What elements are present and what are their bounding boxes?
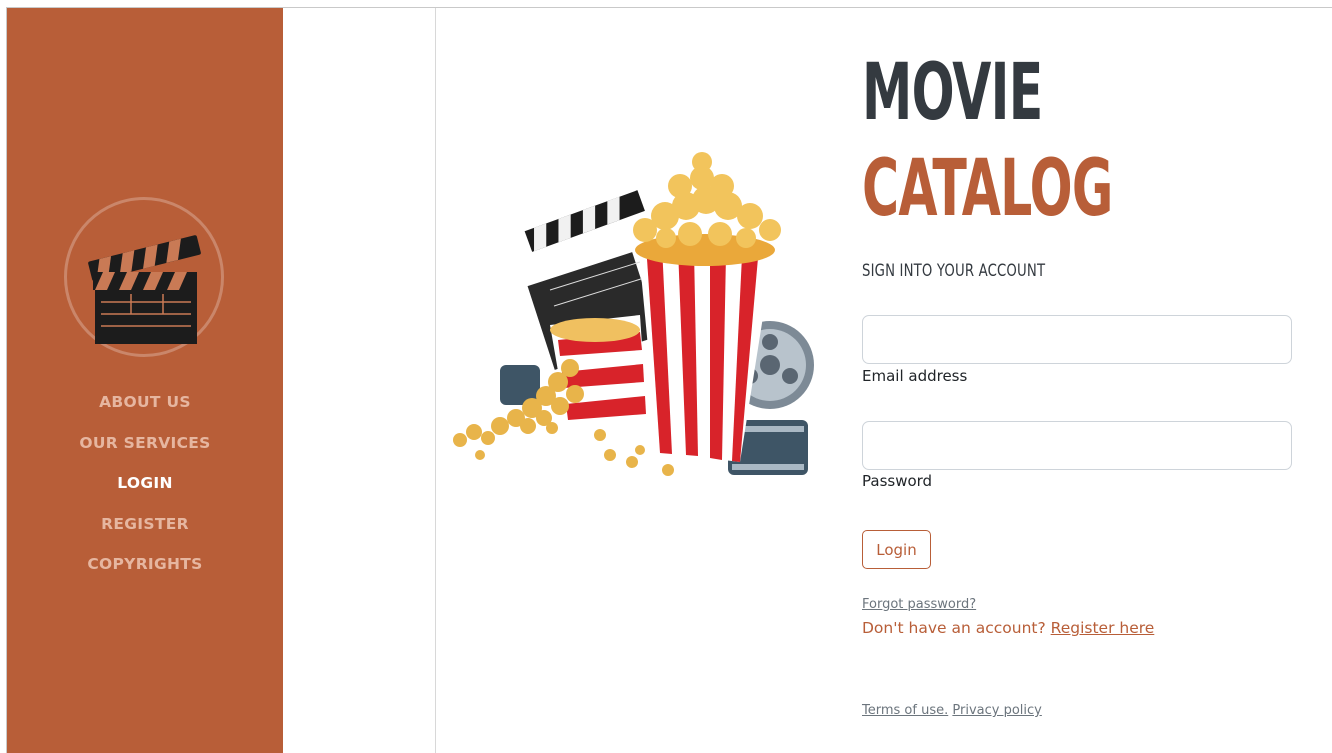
footer-links: Terms of use. Privacy policy <box>862 703 1042 718</box>
nav-item-about-us[interactable]: ABOUT US <box>7 382 283 423</box>
terms-link[interactable]: Terms of use. <box>862 703 948 718</box>
email-field[interactable] <box>862 315 1292 364</box>
hero-popcorn-image <box>453 152 814 476</box>
no-account-text: Don't have an account? <box>862 619 1051 637</box>
password-label: Password <box>862 472 933 490</box>
column-divider <box>435 8 436 753</box>
register-prompt: Don't have an account? Register here <box>862 619 1154 637</box>
clapperboard-icon <box>88 235 201 344</box>
popcorn-pile-icon <box>633 152 781 248</box>
logo <box>64 197 224 357</box>
email-label: Email address <box>862 367 968 385</box>
privacy-link[interactable]: Privacy policy <box>952 703 1041 718</box>
sidebar: ABOUT US OUR SERVICES LOGIN REGISTER COP… <box>7 8 283 753</box>
password-field[interactable] <box>862 421 1292 470</box>
page-subtitle: SIGN INTO YOUR ACCOUNT <box>862 261 1046 281</box>
forgot-password-link[interactable]: Forgot password? <box>862 597 976 612</box>
register-link[interactable]: Register here <box>1051 619 1155 637</box>
nav-item-our-services[interactable]: OUR SERVICES <box>7 423 283 464</box>
app-title-line2: CATALOG <box>862 144 1113 234</box>
app-title-line1: MOVIE <box>862 48 1043 138</box>
login-button[interactable]: Login <box>862 530 931 569</box>
nav-item-login[interactable]: LOGIN <box>7 463 283 504</box>
sidebar-nav: ABOUT US OUR SERVICES LOGIN REGISTER COP… <box>7 382 283 585</box>
nav-item-copyrights[interactable]: COPYRIGHTS <box>7 544 283 585</box>
nav-item-register[interactable]: REGISTER <box>7 504 283 545</box>
